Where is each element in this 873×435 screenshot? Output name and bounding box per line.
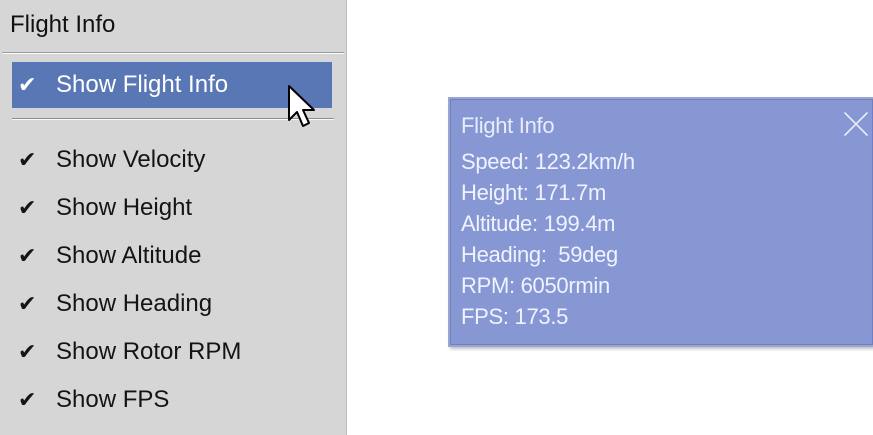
menu-title-divider [2,52,344,54]
menu-title: Flight Info [10,11,116,38]
heading-readout: Heading: 59deg [461,242,618,267]
menu-item-label: Show Flight Info [56,71,229,98]
checkmark-icon: ✔ [18,147,37,172]
menu-item-label: Show Heading [56,290,213,317]
panel-title: Flight Info [461,113,555,138]
menu-item-show-rotor-rpm[interactable]: ✔ Show Rotor RPM [12,329,332,375]
checkmark-icon: ✔ [18,291,37,316]
menu-item-show-velocity[interactable]: ✔ Show Velocity [12,137,332,183]
checkmark-icon: ✔ [18,243,37,268]
menu-item-show-flight-info[interactable]: ✔ Show Flight Info [12,62,332,108]
menu-item-show-height[interactable]: ✔ Show Height [12,185,332,231]
menu-item-label: Show FPS [56,386,170,413]
menu-item-show-fps[interactable]: ✔ Show FPS [12,377,332,423]
height-readout: Height: 171.7m [461,180,606,205]
checkmark-icon: ✔ [18,195,37,220]
menu-item-label: Show Velocity [56,146,206,173]
flight-info-panel: Flight Info Speed: 123.2km/h Height: 171… [448,97,873,347]
rpm-readout: RPM: 6050rmin [461,273,610,298]
close-x-icon[interactable] [840,109,870,139]
menu-item-label: Show Height [56,194,193,221]
menu-item-label: Show Altitude [56,242,202,269]
checkmark-icon: ✔ [18,339,37,364]
menu-item-label: Show Rotor RPM [56,338,242,365]
flight-info-menu: Flight Info ✔ Show Flight Info ✔ Show Ve… [0,0,347,435]
checkmark-icon: ✔ [18,387,37,412]
checkmark-icon: ✔ [18,72,37,97]
menu-item-show-altitude[interactable]: ✔ Show Altitude [12,233,332,279]
altitude-readout: Altitude: 199.4m [461,211,616,236]
speed-readout: Speed: 123.2km/h [461,149,635,174]
menu-item-show-heading[interactable]: ✔ Show Heading [12,281,332,327]
fps-readout: FPS: 173.5 [461,304,569,329]
mouse-pointer-icon [288,85,315,127]
